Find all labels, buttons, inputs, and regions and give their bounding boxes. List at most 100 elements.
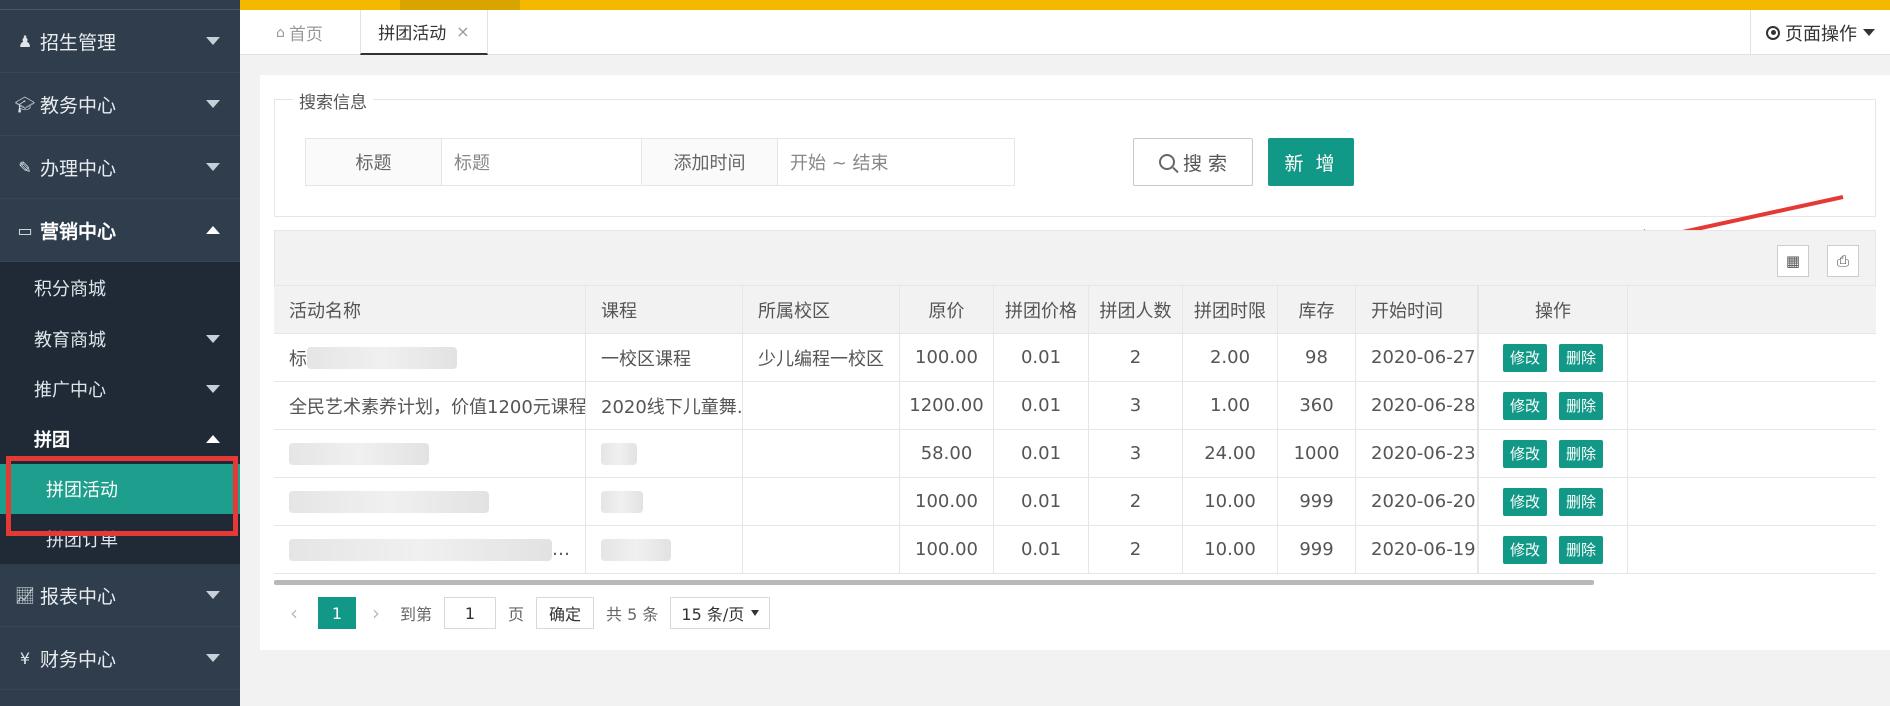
edit-button[interactable]: 修改 — [1502, 439, 1547, 468]
sidebar-item-label: 推广中心 — [34, 380, 106, 401]
add-button[interactable]: 新 增 — [1268, 138, 1354, 186]
sidebar-item-label: 拼团活动 — [46, 480, 118, 501]
sidebar-item-points-mall[interactable]: 积分商城 — [0, 262, 240, 314]
sidebar-item-label: 教育商城 — [34, 330, 106, 351]
cell-limit: 1.00 — [1183, 382, 1278, 429]
cell-group-price: 0.01 — [994, 478, 1089, 525]
cell-limit: 10.00 — [1183, 478, 1278, 525]
home-icon: ⌂ — [276, 24, 285, 41]
page-ops-label: 页面操作 — [1785, 23, 1857, 45]
sidebar-item-group-buy[interactable]: 拼团 — [0, 414, 240, 464]
search-button[interactable]: 搜 索 — [1133, 138, 1253, 186]
cell-name: 标 — [274, 334, 586, 381]
top-accent-segment — [400, 0, 520, 10]
chevron-right-icon[interactable]: › — [372, 601, 388, 625]
cell-limit: 24.00 — [1183, 430, 1278, 477]
sidebar-item-label: 教务中心 — [40, 94, 117, 117]
top-accent-bar — [240, 0, 1890, 10]
sidebar-item-reports[interactable]: 📈︎ 报表中心 — [0, 564, 240, 627]
tab-home-label: 首页 — [288, 25, 323, 45]
pagination: ‹ 1 › 到第 1 页 确定 共 5 条 15 条/页 — [274, 587, 1876, 639]
caret-down-icon — [1863, 29, 1875, 36]
edit-button[interactable]: 修改 — [1502, 343, 1547, 372]
goto-label: 到第 — [400, 605, 433, 624]
redacted-block — [289, 442, 429, 465]
per-page-select[interactable]: 15 条/页 — [670, 597, 771, 629]
edit-button[interactable]: 修改 — [1502, 391, 1547, 420]
sidebar-item-marketing[interactable]: ▭ 营销中心 — [0, 199, 240, 262]
goto-page-input[interactable]: 1 — [444, 597, 497, 629]
cell-course — [586, 478, 743, 525]
chevron-up-icon — [206, 226, 220, 234]
sidebar-item-label: 报表中心 — [40, 585, 117, 608]
delete-button[interactable]: 删除 — [1559, 343, 1604, 372]
header-cell: 拼团人数 — [1089, 286, 1183, 333]
columns-icon[interactable]: ▦ — [1777, 245, 1809, 277]
cell-ops: 修改 删除 — [1478, 382, 1628, 429]
cell-people: 3 — [1089, 430, 1183, 477]
cell-ops: 修改 删除 — [1478, 430, 1628, 477]
cell-text: … — [552, 539, 570, 560]
cell-start: 2020-06-20 16:2 — [1356, 478, 1478, 525]
sidebar-item-enrollment[interactable]: ♟ 招生管理 — [0, 10, 240, 73]
delete-button[interactable]: 删除 — [1559, 535, 1604, 564]
redacted-block — [289, 538, 552, 561]
close-icon[interactable]: × — [456, 22, 469, 41]
delete-button[interactable]: 删除 — [1559, 487, 1604, 516]
edit-button[interactable]: 修改 — [1502, 487, 1547, 516]
tab-group-activity[interactable]: 拼团活动 × — [360, 10, 488, 55]
sidebar-item-handling[interactable]: ✎ 办理中心 — [0, 136, 240, 199]
cell-ops: 修改 删除 — [1478, 478, 1628, 525]
main-card: 搜索信息 标题 标题 添加时间 开始 ~ 结束 搜 索 新 增 ▦ ⎙ 活动名称… — [260, 75, 1890, 650]
cell-course — [586, 526, 743, 573]
chevron-left-icon[interactable]: ‹ — [290, 601, 306, 625]
time-label: 添加时间 — [642, 139, 778, 185]
cell-stock: 98 — [1278, 334, 1356, 381]
date-range-input[interactable]: 开始 ~ 结束 — [778, 139, 1014, 185]
page-number-current[interactable]: 1 — [318, 597, 356, 629]
delete-button[interactable]: 删除 — [1559, 391, 1604, 420]
redacted-block — [601, 490, 643, 513]
add-button-label: 新 增 — [1284, 152, 1338, 175]
sidebar-item-promotion[interactable]: 推广中心 — [0, 364, 240, 414]
cell-price: 1200.00 — [900, 382, 994, 429]
search-button-label: 搜 索 — [1182, 152, 1228, 175]
header-cell: 活动名称 — [274, 286, 586, 333]
cell-campus — [743, 478, 900, 525]
header-cell: 开始时间 — [1356, 286, 1478, 333]
sidebar-item-edu-mall[interactable]: 教育商城 — [0, 314, 240, 364]
redacted-block — [307, 346, 457, 369]
yen-icon: ¥ — [19, 648, 31, 668]
cell-name: … — [274, 526, 586, 573]
delete-button[interactable]: 删除 — [1559, 439, 1604, 468]
sidebar-item-label: 拼团订单 — [46, 530, 118, 551]
sidebar-item-label: 招生管理 — [40, 31, 117, 54]
table-row: 标 一校区课程 少儿编程一校区 100.00 0.01 2 2.00 98 20… — [274, 334, 1876, 382]
sidebar-item-finance[interactable]: ¥ 财务中心 — [0, 627, 240, 690]
search-icon — [1158, 154, 1175, 170]
cell-name — [274, 478, 586, 525]
cell-start: 2020-06-27 00:0 — [1356, 334, 1478, 381]
print-icon[interactable]: ⎙ — [1827, 245, 1859, 277]
laptop-icon: ▭ — [17, 220, 33, 240]
cell-name — [274, 430, 586, 477]
tab-home[interactable]: ⌂ 首页 — [240, 10, 359, 55]
confirm-button[interactable]: 确定 — [536, 597, 595, 629]
tab-bar: ⌂ 首页 拼团活动 × 页面操作 — [240, 10, 1890, 55]
page-operations-button[interactable]: 页面操作 — [1750, 10, 1890, 55]
cell-stock: 999 — [1278, 526, 1356, 573]
caret-down-icon — [751, 610, 760, 616]
cell-course: 2020线下儿童舞… — [586, 382, 743, 429]
sidebar-item-group-activity[interactable]: 拼团活动 — [0, 464, 240, 514]
horizontal-scrollbar[interactable] — [274, 580, 1594, 585]
cell-limit: 2.00 — [1183, 334, 1278, 381]
page-label: 页 — [508, 605, 525, 624]
header-cell: 操作 — [1478, 286, 1628, 333]
chevron-up-icon — [206, 435, 220, 443]
cell-group-price: 0.01 — [994, 334, 1089, 381]
sidebar-item-group-orders[interactable]: 拼团订单 — [0, 514, 240, 564]
edit-button[interactable]: 修改 — [1502, 535, 1547, 564]
sidebar-item-academic[interactable]: 🎓︎ 教务中心 — [0, 73, 240, 136]
per-page-value: 15 条/页 — [681, 605, 745, 624]
cell-start: 2020-06-28 14:2 — [1356, 382, 1478, 429]
